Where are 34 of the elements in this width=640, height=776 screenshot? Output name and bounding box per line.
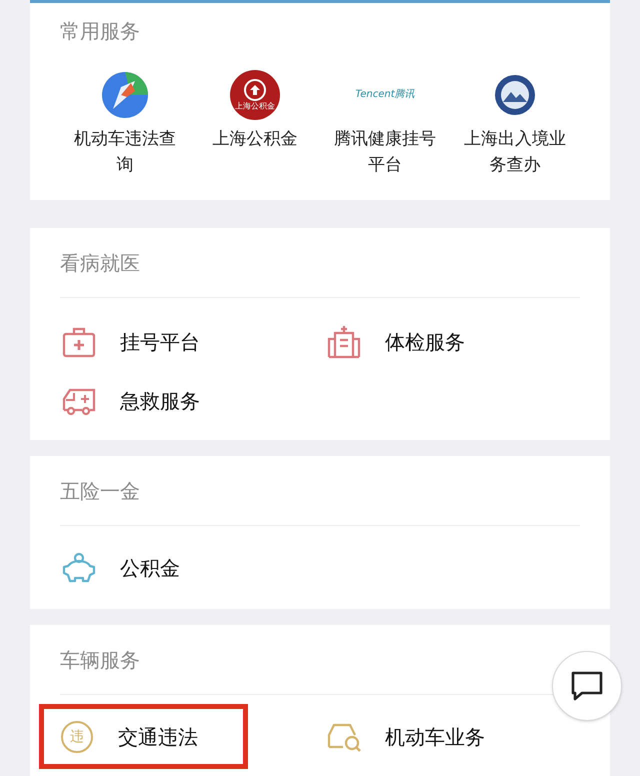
service-label: 上海出入境业务查办 bbox=[463, 128, 567, 177]
logo-text: 上海公积金 bbox=[235, 102, 275, 110]
house-icon bbox=[249, 84, 261, 96]
service-tile[interactable]: 机动车违法查询 bbox=[60, 70, 190, 200]
service-item[interactable]: 违 交通违法 bbox=[42, 707, 245, 766]
service-label: 交通违法 bbox=[118, 724, 198, 750]
violation-badge-icon: 违 bbox=[61, 720, 93, 752]
section-title: 五险一金 bbox=[60, 478, 140, 504]
service-label: 机动车违法查询 bbox=[73, 128, 177, 177]
map-logo-icon bbox=[101, 71, 149, 119]
service-item[interactable]: 体检服务 bbox=[325, 312, 580, 371]
service-tile[interactable]: 上海公积金 上海公积金 bbox=[190, 70, 320, 200]
section-title: 车辆服务 bbox=[60, 646, 140, 674]
service-item[interactable]: 公积金 bbox=[60, 538, 325, 597]
piggy-bank-icon bbox=[62, 552, 96, 584]
section-title: 看病就医 bbox=[60, 250, 140, 276]
service-tile[interactable]: 上海出入境业务查办 bbox=[450, 70, 580, 200]
service-label: 挂号平台 bbox=[120, 328, 200, 356]
emblem-icon bbox=[494, 74, 536, 116]
tencent-logo-text: Tencent腾讯 bbox=[355, 90, 415, 100]
service-label: 公积金 bbox=[120, 554, 180, 582]
service-label: 机动车业务 bbox=[385, 724, 485, 750]
service-item[interactable]: 急救服务 bbox=[60, 371, 325, 430]
service-item[interactable]: 挂号平台 bbox=[60, 312, 325, 371]
service-item[interactable]: 机动车业务 bbox=[325, 707, 580, 766]
service-label: 上海公积金 bbox=[212, 128, 298, 151]
hospital-icon bbox=[327, 324, 361, 358]
chat-icon bbox=[570, 670, 604, 702]
medical-kit-icon bbox=[62, 326, 96, 358]
section-title: 常用服务 bbox=[60, 18, 140, 44]
service-label: 体检服务 bbox=[385, 328, 465, 356]
service-label: 腾讯健康挂号平台 bbox=[333, 128, 437, 177]
service-label: 急救服务 bbox=[120, 388, 200, 414]
service-tile[interactable]: Tencent腾讯 腾讯健康挂号平台 bbox=[320, 70, 450, 200]
